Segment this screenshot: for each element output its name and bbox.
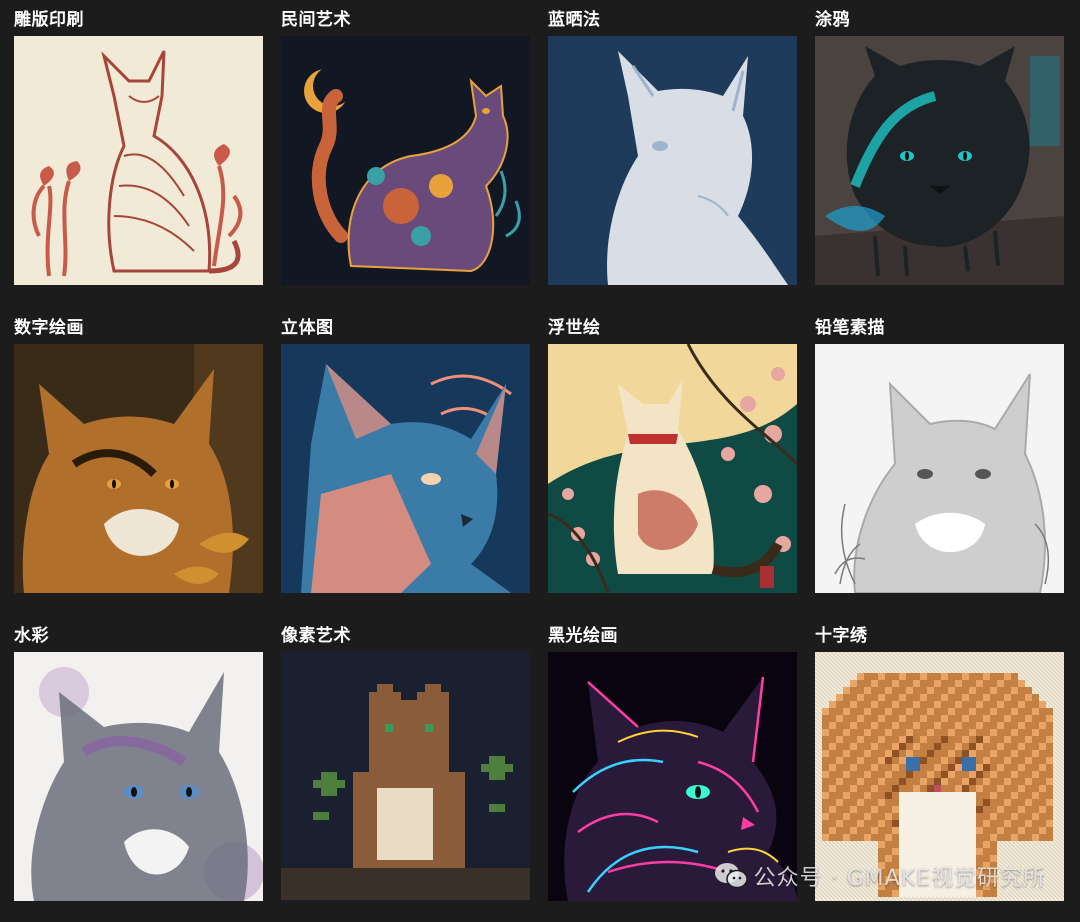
style-label: 铅笔素描 xyxy=(815,318,885,338)
cat-artwork-watercolor xyxy=(14,652,263,901)
cat-artwork-woodblock xyxy=(14,36,263,285)
style-label: 立体图 xyxy=(281,318,334,338)
style-tile: 浮世绘 xyxy=(548,314,797,614)
style-label: 数字绘画 xyxy=(14,318,84,338)
style-label: 雕版印刷 xyxy=(14,10,84,30)
style-label: 水彩 xyxy=(14,626,49,646)
cat-artwork-folk-art xyxy=(281,36,530,285)
cat-artwork-digital-painting xyxy=(14,344,263,593)
cat-artwork-cyanotype xyxy=(548,36,797,285)
style-label: 涂鸦 xyxy=(815,10,850,30)
style-label: 像素艺术 xyxy=(281,626,351,646)
style-tile: 蓝晒法 xyxy=(548,6,797,306)
cat-artwork-pixel-art xyxy=(281,652,530,901)
style-label: 蓝晒法 xyxy=(548,10,601,30)
style-label: 十字绣 xyxy=(815,626,868,646)
wechat-icon xyxy=(714,863,748,889)
style-tile: 立体图 xyxy=(281,314,530,614)
style-tile: 像素艺术 xyxy=(281,622,530,922)
cat-artwork-ukiyo-e xyxy=(548,344,797,593)
art-style-grid: 雕版印刷 民间艺术 蓝晒法 涂鸦 数字绘画 立体图 浮世绘 铅笔素描 水彩 像素… xyxy=(14,6,1064,922)
watermark-text: 公众号 · GMAKE视觉研究所 xyxy=(753,866,1046,891)
style-label: 黑光绘画 xyxy=(548,626,618,646)
watermark: 公众号 · GMAKE视觉研究所 xyxy=(714,860,1046,892)
style-tile: 民间艺术 xyxy=(281,6,530,306)
style-label: 民间艺术 xyxy=(281,10,351,30)
style-label: 浮世绘 xyxy=(548,318,601,338)
style-tile: 涂鸦 xyxy=(815,6,1064,306)
style-tile: 水彩 xyxy=(14,622,263,922)
style-tile: 雕版印刷 xyxy=(14,6,263,306)
cat-artwork-pencil-sketch xyxy=(815,344,1064,593)
cat-artwork-graffiti xyxy=(815,36,1064,285)
style-tile: 数字绘画 xyxy=(14,314,263,614)
style-tile: 铅笔素描 xyxy=(815,314,1064,614)
cat-artwork-cubism xyxy=(281,344,530,593)
